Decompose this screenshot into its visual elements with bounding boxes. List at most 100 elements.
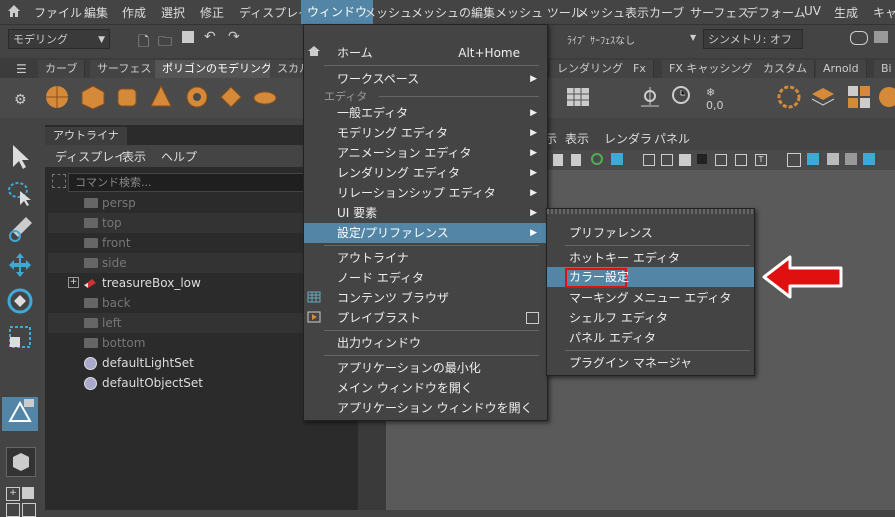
menu-item-preferences[interactable]: プリファレンス	[547, 223, 754, 243]
menu-curves[interactable]: カーブ	[649, 4, 684, 21]
filter-icon[interactable]	[52, 174, 66, 188]
sphere-icon[interactable]	[876, 84, 895, 110]
viewport-menu-show[interactable]: 表示	[565, 130, 589, 147]
layers-icon[interactable]	[810, 84, 836, 110]
redo-icon[interactable]: ↷	[228, 29, 240, 45]
menu-item-ui-elements[interactable]: UI 要素 ▶	[304, 203, 547, 223]
menu-item-marking-menu-editor[interactable]: マーキング メニュー エディタ	[547, 288, 754, 308]
gate-mask-icon[interactable]	[697, 154, 707, 164]
shelf-tab-rendering[interactable]: レンダリング	[550, 60, 631, 78]
menu-item-shelf-editor[interactable]: シェルフ エディタ	[547, 308, 754, 328]
menu-item-content-browser[interactable]: コンテンツ ブラウザ	[304, 288, 547, 308]
shelf-menu-icon[interactable]: ☰	[16, 62, 27, 76]
menu-edit[interactable]: 編集	[84, 4, 108, 21]
chevron-down-icon[interactable]: ▼	[690, 33, 696, 42]
live-surface-label[interactable]: ﾗｲﾌﾞ ｻｰﾌｪｽなし	[567, 32, 635, 47]
field-chart-icon[interactable]	[715, 154, 727, 166]
menu-item-panel-editor[interactable]: パネル エディタ	[547, 328, 754, 348]
grid-icon[interactable]	[643, 154, 655, 166]
undo-icon[interactable]: ↶	[204, 29, 216, 45]
outliner-menu-display[interactable]: ディスプレイ	[55, 148, 126, 165]
menu-item-color-settings[interactable]: カラー設定	[547, 267, 754, 288]
menu-generate[interactable]: 生成	[834, 4, 858, 21]
center-pivot-icon[interactable]	[637, 84, 663, 110]
plus-icon[interactable]: +	[6, 487, 20, 501]
symmetry-dropdown[interactable]: シンメトリ: オフ	[703, 29, 803, 49]
open-scene-icon[interactable]: 🗀	[158, 31, 172, 55]
shelf-tab-surfaces[interactable]: サーフェス	[90, 60, 160, 78]
menu-item-plugin-manager[interactable]: プラグイン マネージャ	[547, 353, 754, 373]
layout-single-button[interactable]	[6, 447, 36, 477]
outliner-menu-show[interactable]: 表示	[122, 148, 146, 165]
resolution-gate-icon[interactable]	[735, 154, 747, 166]
menu-item-playblast[interactable]: プレイブラスト	[304, 308, 547, 328]
poly-cylinder-icon[interactable]	[114, 84, 140, 110]
wireframe-icon[interactable]	[787, 153, 801, 167]
smooth-shade-icon[interactable]	[807, 153, 819, 165]
lasso-tool-icon[interactable]	[6, 179, 34, 207]
poly-torus-icon[interactable]	[184, 84, 210, 110]
film-gate-icon[interactable]	[591, 153, 603, 165]
save-scene-icon[interactable]	[182, 31, 194, 43]
lighting-icon[interactable]	[863, 153, 875, 165]
menu-surfaces[interactable]: サーフェス	[690, 4, 749, 21]
menu-cache[interactable]: キャ	[873, 4, 895, 21]
menu-item-relationship-editors[interactable]: リレーションシップ エディタ ▶	[304, 183, 547, 203]
viewport-menu-panels[interactable]: パネル	[654, 130, 690, 147]
menu-item-outliner[interactable]: アウトライナ	[304, 248, 547, 268]
menu-item-modeling-editors[interactable]: モデリング エディタ ▶	[304, 123, 547, 143]
paint-select-tool-icon[interactable]	[6, 215, 34, 243]
image-plane-icon[interactable]	[661, 154, 673, 166]
menu-item-general-editors[interactable]: 一般エディタ ▶	[304, 103, 547, 123]
bookmark-icon[interactable]	[571, 154, 581, 166]
freeze-transform-icon[interactable]: ❄ 0,0	[706, 86, 724, 112]
menu-item-node-editor[interactable]: ノード エディタ	[304, 268, 547, 288]
wire-on-shaded-icon[interactable]	[827, 153, 839, 165]
safe-frame-icon[interactable]	[679, 154, 691, 166]
viewport-menu-renderer[interactable]: レンダラ	[604, 130, 652, 147]
shelf-tab-fx-caching[interactable]: FX キャッシング	[662, 60, 761, 78]
tear-off-handle[interactable]	[547, 209, 754, 214]
poly-disc-icon[interactable]	[252, 84, 278, 110]
layout-icon[interactable]	[22, 487, 34, 499]
text-hud-icon[interactable]: T	[755, 154, 767, 166]
shelf-tab-fx[interactable]: Fx	[626, 60, 654, 78]
menu-item-output-window[interactable]: 出力ウィンドウ	[304, 333, 547, 353]
poly-sphere-icon[interactable]	[44, 84, 70, 110]
menu-mesh[interactable]: メッシュ	[364, 4, 412, 21]
menu-create[interactable]: 作成	[122, 4, 146, 21]
camera-icon[interactable]	[553, 154, 563, 166]
menu-deform[interactable]: デフォーム	[746, 4, 806, 21]
layout-quad-icon[interactable]	[6, 503, 20, 517]
shelf-tab-curves[interactable]: カーブ	[38, 60, 86, 78]
shelf-tab-bifrost[interactable]: Bi	[874, 60, 895, 78]
menu-display[interactable]: ディスプレイ	[239, 4, 310, 21]
menu-item-animation-editors[interactable]: アニメーション エディタ ▶	[304, 143, 547, 163]
menu-mesh-tools[interactable]: メッシュ ツール	[495, 4, 583, 21]
menu-item-home[interactable]: ホーム Alt+Home	[304, 43, 547, 63]
menu-item-settings-preferences[interactable]: 設定/プリファレンス ▶	[304, 223, 547, 243]
menu-mesh-display[interactable]: メッシュ表示	[577, 4, 649, 21]
shelf-tab-custom[interactable]: カスタム	[756, 60, 815, 78]
menu-item-hotkey-editor[interactable]: ホットキー エディタ	[547, 248, 754, 268]
shelf-tab-poly-modeling[interactable]: ポリゴンのモデリング	[155, 60, 280, 78]
menu-uv[interactable]: UV	[804, 4, 821, 18]
shelf-tab-arnold[interactable]: Arnold	[816, 60, 867, 78]
new-scene-icon[interactable]: 🗋	[138, 31, 149, 55]
menu-window[interactable]: ウィンドウ	[301, 0, 374, 24]
outliner-menu-help[interactable]: ヘルプ	[161, 148, 197, 165]
layout-two-icon[interactable]	[22, 503, 36, 517]
menu-modify[interactable]: 修正	[200, 4, 224, 21]
menu-item-raise-application-windows[interactable]: アプリケーション ウィンドウを開く	[304, 398, 547, 418]
menu-item-rendering-editors[interactable]: レンダリング エディタ ▶	[304, 163, 547, 183]
option-box-icon[interactable]	[526, 312, 539, 324]
menu-edit-mesh[interactable]: メッシュの編集	[411, 4, 495, 21]
poly-cube-icon[interactable]	[80, 84, 106, 110]
last-tool-button[interactable]	[2, 397, 38, 431]
rotate-tool-icon[interactable]	[6, 287, 34, 315]
textured-icon[interactable]	[845, 153, 857, 165]
poly-cone-icon[interactable]	[148, 84, 174, 110]
history-icon[interactable]	[670, 84, 696, 110]
move-tool-icon[interactable]	[6, 251, 34, 279]
expand-icon[interactable]: +	[68, 277, 79, 288]
